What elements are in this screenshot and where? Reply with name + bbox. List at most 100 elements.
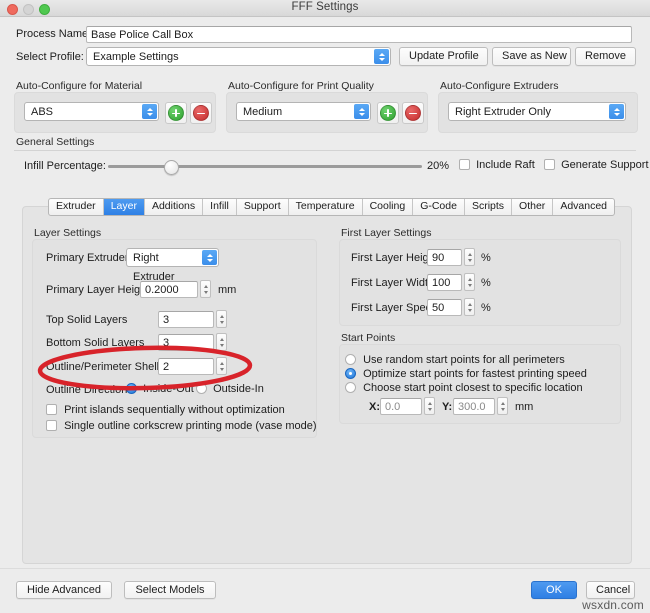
tab-layer[interactable]: Layer	[103, 199, 145, 215]
radio-icon	[345, 354, 356, 365]
primary-layer-height-unit: mm	[218, 284, 237, 296]
first-layer-height-label: First Layer Height	[351, 252, 438, 264]
start-point-x-input[interactable]: 0.0	[380, 398, 422, 415]
generate-support-checkbox[interactable]: Generate Support	[544, 159, 649, 171]
chevron-updown-icon	[142, 104, 157, 119]
print-quality-add-button[interactable]	[377, 102, 399, 124]
select-models-button[interactable]: Select Models	[124, 581, 216, 599]
start-point-x-stepper[interactable]	[424, 397, 435, 415]
tab-scripts[interactable]: Scripts	[465, 199, 513, 215]
process-name-input[interactable]: Base Police Call Box	[86, 26, 632, 43]
auto-config-extruders-title: Auto-Configure Extruders	[440, 80, 559, 92]
print-islands-label: Print islands sequentially without optim…	[64, 404, 285, 416]
cancel-button[interactable]: Cancel	[586, 581, 635, 599]
first-layer-height-input[interactable]: 90	[427, 249, 462, 266]
update-profile-button[interactable]: Update Profile	[399, 47, 488, 66]
checkbox-icon	[544, 159, 555, 170]
extruders-dropdown[interactable]: Right Extruder Only	[448, 102, 626, 121]
tab-extruder[interactable]: Extruder	[49, 199, 104, 215]
select-profile-value: Example Settings	[93, 51, 179, 63]
outline-direction-outside-in-radio[interactable]: Outside-In	[196, 383, 264, 395]
plus-circle-icon	[380, 105, 396, 121]
bottom-solid-layers-input[interactable]: 3	[158, 334, 214, 351]
outline-direction-inside-out-radio[interactable]: Inside-Out	[126, 383, 194, 395]
bottom-solid-layers-label: Bottom Solid Layers	[46, 337, 145, 349]
generate-support-label: Generate Support	[561, 159, 649, 171]
infill-slider-knob[interactable]	[164, 160, 179, 175]
print-quality-dropdown[interactable]: Medium	[236, 102, 371, 121]
start-point-y-label: Y:	[442, 401, 453, 413]
print-quality-value: Medium	[243, 106, 283, 118]
checkbox-icon	[46, 420, 57, 431]
save-as-new-button[interactable]: Save as New	[492, 47, 571, 66]
first-layer-height-stepper[interactable]	[464, 248, 475, 266]
material-dropdown[interactable]: ABS	[24, 102, 159, 121]
first-layer-speed-input[interactable]: 50	[427, 299, 462, 316]
window-title: FFF Settings	[291, 1, 359, 13]
chevron-updown-icon	[202, 250, 217, 265]
radio-icon	[345, 368, 356, 379]
auto-config-quality-title: Auto-Configure for Print Quality	[228, 80, 374, 92]
footer-divider	[0, 568, 650, 569]
primary-extruder-dropdown[interactable]: Right Extruder	[126, 248, 219, 283]
primary-layer-height-stepper[interactable]	[200, 280, 211, 298]
layer-settings-title: Layer Settings	[34, 227, 102, 239]
tab-gcode[interactable]: G-Code	[413, 199, 465, 215]
plus-circle-icon	[168, 105, 184, 121]
ok-button[interactable]: OK	[531, 581, 577, 599]
radio-icon	[126, 383, 137, 394]
start-point-specific-radio[interactable]: Choose start point closest to specific l…	[345, 382, 583, 394]
start-point-specific-label: Choose start point closest to specific l…	[363, 382, 583, 394]
material-remove-button[interactable]	[190, 102, 212, 124]
outline-direction-inside-out-label: Inside-Out	[143, 383, 194, 395]
vase-mode-checkbox[interactable]: Single outline corkscrew printing mode (…	[46, 420, 317, 432]
outline-perimeter-shells-stepper[interactable]	[216, 357, 227, 375]
top-solid-layers-stepper[interactable]	[216, 310, 227, 328]
chevron-updown-icon	[374, 49, 389, 64]
start-point-optimize-radio[interactable]: Optimize start points for fastest printi…	[345, 368, 587, 380]
start-point-unit: mm	[515, 401, 534, 413]
fff-settings-window: FFF Settings Process Name: Base Police C…	[0, 0, 650, 613]
start-points-title: Start Points	[341, 332, 396, 344]
hide-advanced-button[interactable]: Hide Advanced	[16, 581, 112, 599]
primary-extruder-label: Primary Extruder	[46, 252, 129, 264]
first-layer-width-unit: %	[481, 277, 491, 289]
print-islands-checkbox[interactable]: Print islands sequentially without optim…	[46, 404, 285, 416]
process-name-label: Process Name:	[16, 28, 92, 40]
tab-other[interactable]: Other	[512, 199, 554, 215]
primary-layer-height-input[interactable]: 0.2000	[140, 281, 198, 298]
tab-advanced[interactable]: Advanced	[553, 199, 614, 215]
top-solid-layers-input[interactable]: 3	[158, 311, 214, 328]
include-raft-checkbox[interactable]: Include Raft	[459, 159, 535, 171]
chevron-updown-icon	[609, 104, 624, 119]
chevron-updown-icon	[354, 104, 369, 119]
remove-button[interactable]: Remove	[575, 47, 636, 66]
start-point-y-input[interactable]: 300.0	[453, 398, 495, 415]
print-quality-remove-button[interactable]	[402, 102, 424, 124]
material-add-button[interactable]	[165, 102, 187, 124]
tab-additions[interactable]: Additions	[145, 199, 204, 215]
start-point-random-label: Use random start points for all perimete…	[363, 354, 565, 366]
start-point-random-radio[interactable]: Use random start points for all perimete…	[345, 354, 565, 366]
outline-perimeter-shells-input[interactable]: 2	[158, 358, 214, 375]
primary-extruder-value: Right Extruder	[133, 252, 175, 283]
vase-mode-label: Single outline corkscrew printing mode (…	[64, 420, 317, 432]
first-layer-width-input[interactable]: 100	[427, 274, 462, 291]
minus-circle-icon	[193, 105, 209, 121]
start-point-y-stepper[interactable]	[497, 397, 508, 415]
tab-cooling[interactable]: Cooling	[363, 199, 414, 215]
first-layer-speed-label: First Layer Speed	[351, 302, 438, 314]
tab-temperature[interactable]: Temperature	[289, 199, 363, 215]
select-profile-dropdown[interactable]: Example Settings	[86, 47, 391, 66]
top-solid-layers-label: Top Solid Layers	[46, 314, 128, 326]
title-bar: FFF Settings	[0, 0, 650, 17]
first-layer-width-stepper[interactable]	[464, 273, 475, 291]
infill-slider-track[interactable]	[108, 165, 422, 168]
bottom-solid-layers-stepper[interactable]	[216, 333, 227, 351]
first-layer-speed-stepper[interactable]	[464, 298, 475, 316]
auto-config-material-title: Auto-Configure for Material	[16, 80, 143, 92]
first-layer-width-label: First Layer Width	[351, 277, 435, 289]
tab-support[interactable]: Support	[237, 199, 289, 215]
outline-direction-label: Outline Direction:	[46, 384, 131, 396]
tab-infill[interactable]: Infill	[203, 199, 237, 215]
